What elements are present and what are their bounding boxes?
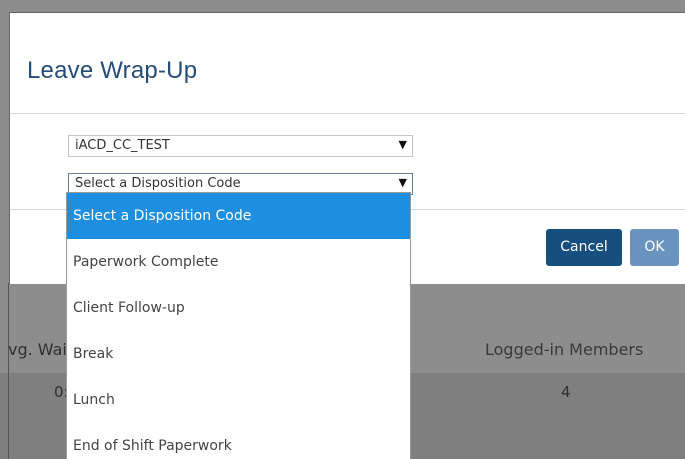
cancel-button[interactable]: Cancel — [546, 229, 622, 266]
dialog-title: Leave Wrap-Up — [27, 57, 198, 84]
dialog-header: Leave Wrap-Up — [10, 13, 685, 114]
triangle-down-icon: ▼ — [398, 176, 407, 189]
dropdown-option-end-of-shift-paperwork[interactable]: End of Shift Paperwork — [67, 423, 410, 459]
column-header-logged-in-members: Logged-in Members — [485, 340, 644, 359]
column-header-avg-wait: vg. Wai — [8, 340, 67, 359]
triangle-down-icon: ▼ — [398, 138, 407, 151]
dropdown-option-select-a-disposition-code[interactable]: Select a Disposition Code — [67, 193, 410, 239]
dropdown-option-paperwork-complete[interactable]: Paperwork Complete — [67, 239, 410, 285]
dropdown-option-client-follow-up[interactable]: Client Follow-up — [67, 285, 410, 331]
queue-select-value: iACD_CC_TEST — [75, 138, 170, 153]
disposition-code-dropdown-list: Select a Disposition Code Paperwork Comp… — [66, 192, 411, 459]
background-divider — [8, 283, 9, 459]
logged-in-members-value: 4 — [561, 383, 571, 401]
ok-button[interactable]: OK — [630, 229, 679, 266]
dropdown-option-lunch[interactable]: Lunch — [67, 377, 410, 423]
queue-select[interactable]: iACD_CC_TEST ▼ — [68, 135, 413, 157]
disposition-select-value: Select a Disposition Code — [75, 176, 241, 191]
dropdown-option-break[interactable]: Break — [67, 331, 410, 377]
